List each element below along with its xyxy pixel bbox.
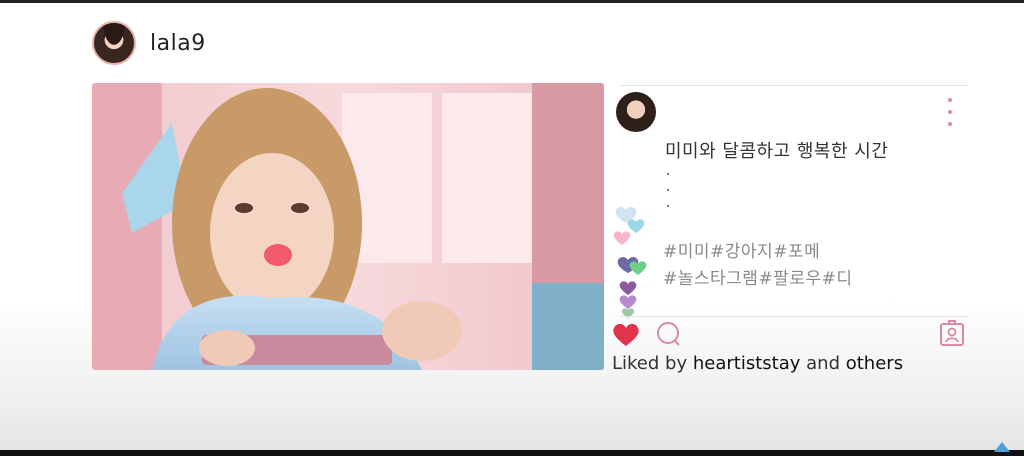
avatar[interactable] [92,21,136,65]
divider-top [620,85,968,86]
liked-and: and [806,353,840,374]
post-caption: 미미와 달콤하고 행복한 시간 [665,141,889,162]
more-vertical-icon[interactable] [944,98,956,126]
liked-by-text: Liked by heartiststay and others [612,353,903,374]
heart-icon[interactable] [612,322,640,348]
bottom-border [0,450,1024,456]
hashtag-line-1[interactable]: #미미#강아지#포메 [663,237,820,262]
post-header: lala9 [92,20,206,66]
corner-logo-icon [994,442,1010,452]
liked-prefix: Liked by [612,353,688,374]
caption-avatar[interactable] [616,92,656,132]
post-actions [612,320,968,350]
comment-bubble-icon[interactable] [654,320,682,348]
top-border [0,0,1024,3]
liked-others[interactable]: others [846,353,903,374]
profile-bookmark-icon[interactable] [938,320,966,348]
liked-user[interactable]: heartiststay [693,353,801,374]
hashtag-line-2[interactable]: #놀스타그램#팔로우#디 [663,264,853,289]
post-photo[interactable] [92,83,604,370]
floating-hearts-decoration [613,207,647,318]
divider-bottom [620,316,968,317]
caption-ellipsis: · · · [666,167,671,215]
username[interactable]: lala9 [150,31,206,56]
